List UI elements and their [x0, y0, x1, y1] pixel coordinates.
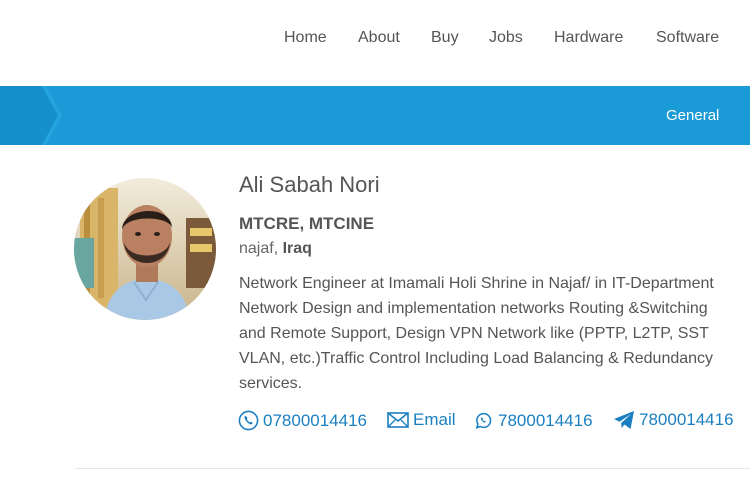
location-country: Iraq: [282, 240, 312, 257]
email-link[interactable]: Email: [387, 410, 456, 430]
top-navigation: Home About Buy Jobs Hardware Software: [0, 0, 750, 86]
phone-label: 07800014416: [263, 410, 368, 430]
bio-line: and Remote Support, Design VPN Network l…: [239, 325, 709, 342]
phone-link[interactable]: 07800014416: [238, 410, 367, 431]
bio-line: Network Design and implementation networ…: [239, 300, 708, 317]
nav-hardware[interactable]: Hardware: [554, 29, 623, 47]
telegram-icon: [614, 411, 634, 429]
nav-about[interactable]: About: [358, 29, 400, 47]
whatsapp-icon: [475, 412, 492, 429]
profile-name: Ali Sabah Nori: [239, 172, 380, 197]
telegram-link[interactable]: 7800014416: [613, 410, 734, 430]
category-band: General: [0, 86, 750, 145]
nav-jobs[interactable]: Jobs: [489, 29, 523, 47]
avatar: [74, 178, 216, 320]
location-city: najaf,: [239, 240, 279, 257]
whatsapp-label: 7800014416: [498, 410, 593, 430]
profile-location: najaf, Iraq: [239, 240, 312, 258]
bio-line: VLAN, etc.)Traffic Control Including Loa…: [239, 350, 714, 367]
profile-bio: Network Engineer at Imamali Holi Shrine …: [239, 271, 750, 396]
section-divider: [75, 468, 750, 469]
nav-home[interactable]: Home: [284, 29, 327, 47]
band-chevron-decoration: [0, 86, 62, 145]
envelope-icon: [387, 412, 409, 428]
bio-line: services.: [239, 375, 303, 392]
email-label: Email: [413, 410, 456, 429]
category-general[interactable]: General: [666, 107, 719, 124]
profile-photo: [74, 178, 216, 320]
whatsapp-link[interactable]: 7800014416: [473, 410, 593, 431]
nav-software[interactable]: Software: [656, 29, 719, 47]
nav-buy[interactable]: Buy: [431, 29, 459, 47]
profile-certifications: MTCRE, MTCINE: [239, 214, 375, 233]
bio-line: Network Engineer at Imamali Holi Shrine …: [239, 275, 714, 292]
telegram-label: 7800014416: [639, 410, 734, 429]
phone-icon: [238, 410, 259, 431]
